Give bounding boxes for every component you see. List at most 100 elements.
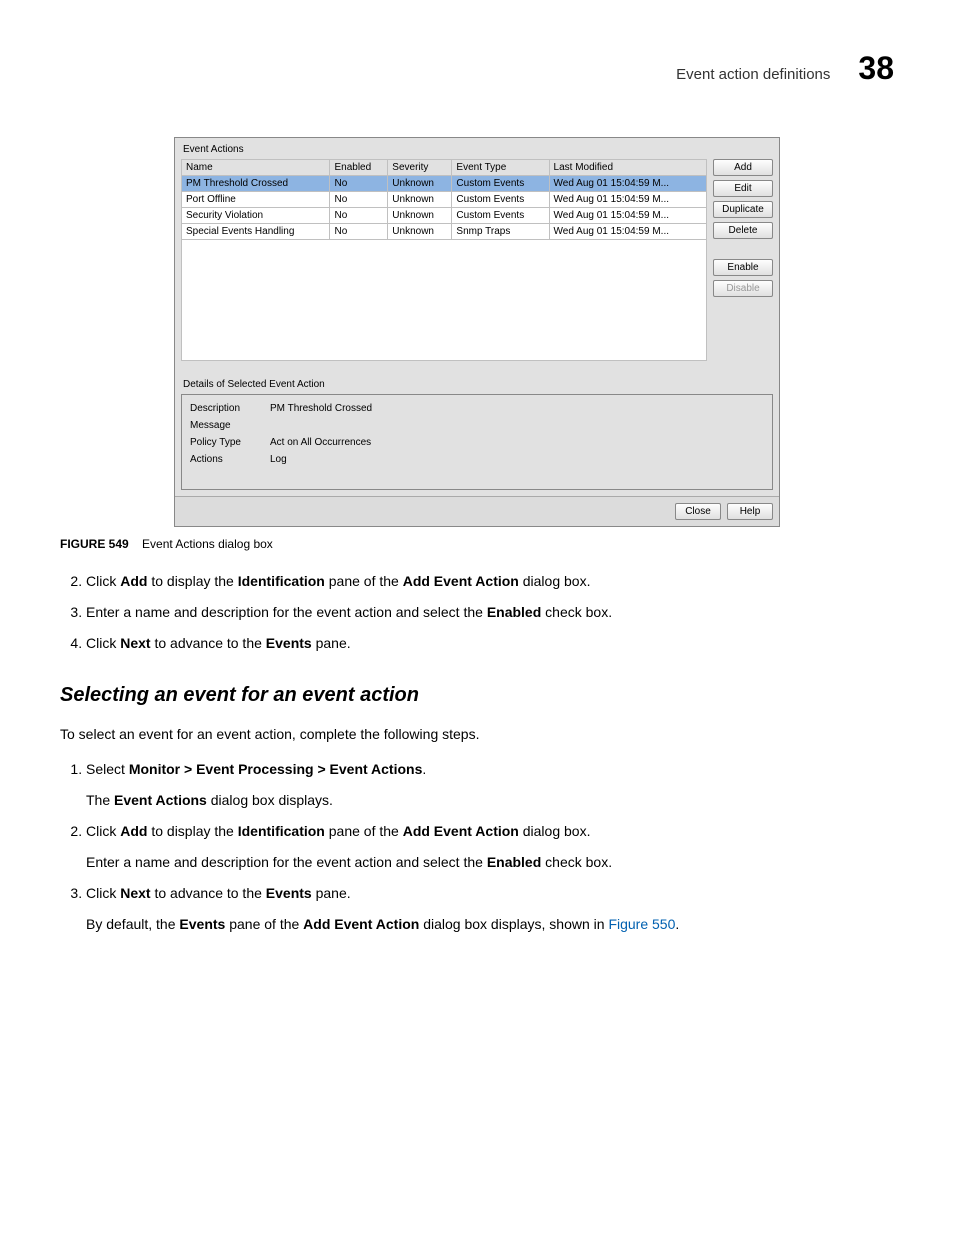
edit-button[interactable]: Edit bbox=[713, 180, 773, 197]
t: Event Actions bbox=[114, 792, 207, 808]
steps-list-b: Select Monitor > Event Processing > Even… bbox=[60, 759, 894, 935]
details-message-label: Message bbox=[190, 420, 270, 431]
table-row[interactable]: Security Violation No Unknown Custom Eve… bbox=[182, 208, 707, 224]
figure-caption: FIGURE 549 Event Actions dialog box bbox=[60, 537, 894, 551]
cell-mod: Wed Aug 01 15:04:59 M... bbox=[549, 192, 706, 208]
t: Identification bbox=[238, 573, 325, 589]
col-name[interactable]: Name bbox=[182, 160, 330, 176]
table-row[interactable]: Special Events Handling No Unknown Snmp … bbox=[182, 224, 707, 240]
step-b-3: Click Next to advance to the Events pane… bbox=[86, 883, 894, 935]
t: Events bbox=[179, 916, 225, 932]
cell-type: Custom Events bbox=[452, 192, 549, 208]
cell-enabled: No bbox=[330, 208, 388, 224]
cell-name: Special Events Handling bbox=[182, 224, 330, 240]
t: dialog box. bbox=[519, 573, 591, 589]
section-intro: To select an event for an event action, … bbox=[60, 724, 894, 745]
col-last-modified[interactable]: Last Modified bbox=[549, 160, 706, 176]
t: Events bbox=[266, 885, 312, 901]
t: to display the bbox=[147, 823, 237, 839]
dialog-title: Event Actions bbox=[175, 138, 779, 159]
details-box: Description PM Threshold Crossed Message… bbox=[181, 394, 773, 490]
t: Add Event Action bbox=[403, 823, 519, 839]
cell-severity: Unknown bbox=[388, 176, 452, 192]
step-a-3: Enter a name and description for the eve… bbox=[86, 602, 894, 623]
details-description-value: PM Threshold Crossed bbox=[270, 403, 372, 414]
duplicate-button[interactable]: Duplicate bbox=[713, 201, 773, 218]
event-actions-dialog-screenshot: Event Actions Name Enabled Severity Even… bbox=[174, 137, 780, 527]
t: Monitor > Event Processing > Event Actio… bbox=[129, 761, 423, 777]
t: Click bbox=[86, 823, 120, 839]
step-a-2: Click Add to display the Identification … bbox=[86, 571, 894, 592]
col-enabled[interactable]: Enabled bbox=[330, 160, 388, 176]
cell-enabled: No bbox=[330, 176, 388, 192]
help-button[interactable]: Help bbox=[727, 503, 773, 520]
disable-button[interactable]: Disable bbox=[713, 280, 773, 297]
t: . bbox=[422, 761, 426, 777]
table-empty-area bbox=[181, 240, 707, 361]
t: Add bbox=[120, 823, 147, 839]
details-policy-label: Policy Type bbox=[190, 437, 270, 448]
step-b-1: Select Monitor > Event Processing > Even… bbox=[86, 759, 894, 811]
t: Events bbox=[266, 635, 312, 651]
t: Enabled bbox=[487, 604, 541, 620]
event-actions-table[interactable]: Name Enabled Severity Event Type Last Mo… bbox=[181, 159, 707, 240]
enable-button[interactable]: Enable bbox=[713, 259, 773, 276]
details-actions-value: Log bbox=[270, 454, 287, 465]
dialog-bottom-bar: Close Help bbox=[175, 496, 779, 526]
chapter-number: 38 bbox=[858, 50, 894, 87]
cell-name: Security Violation bbox=[182, 208, 330, 224]
section-heading: Selecting an event for an event action bbox=[60, 680, 894, 710]
details-actions-label: Actions bbox=[190, 454, 270, 465]
table-row[interactable]: Port Offline No Unknown Custom Events We… bbox=[182, 192, 707, 208]
t: to advance to the bbox=[151, 885, 266, 901]
t: to advance to the bbox=[151, 635, 266, 651]
t: Next bbox=[120, 885, 150, 901]
cell-type: Custom Events bbox=[452, 176, 549, 192]
t: Click bbox=[86, 573, 120, 589]
cell-severity: Unknown bbox=[388, 208, 452, 224]
close-button[interactable]: Close bbox=[675, 503, 721, 520]
t: The bbox=[86, 792, 114, 808]
t: Add Event Action bbox=[403, 573, 519, 589]
cell-mod: Wed Aug 01 15:04:59 M... bbox=[549, 176, 706, 192]
step-b-2: Click Add to display the Identification … bbox=[86, 821, 894, 873]
step-a-4: Click Next to advance to the Events pane… bbox=[86, 633, 894, 654]
t: pane. bbox=[312, 885, 351, 901]
details-description-label: Description bbox=[190, 403, 270, 414]
t: dialog box. bbox=[519, 823, 591, 839]
t: to display the bbox=[147, 573, 237, 589]
delete-button[interactable]: Delete bbox=[713, 222, 773, 239]
header-title: Event action definitions bbox=[676, 66, 830, 83]
t: Add Event Action bbox=[303, 916, 419, 932]
add-button[interactable]: Add bbox=[713, 159, 773, 176]
t: dialog box displays, shown in bbox=[419, 916, 608, 932]
cell-mod: Wed Aug 01 15:04:59 M... bbox=[549, 224, 706, 240]
details-section-label: Details of Selected Event Action bbox=[175, 367, 779, 394]
col-event-type[interactable]: Event Type bbox=[452, 160, 549, 176]
figure-caption-text: Event Actions dialog box bbox=[142, 537, 273, 551]
figure-label: FIGURE 549 bbox=[60, 537, 129, 551]
t: . bbox=[675, 916, 679, 932]
t: Enabled bbox=[487, 854, 541, 870]
t: Enter a name and description for the eve… bbox=[86, 854, 487, 870]
cell-name: PM Threshold Crossed bbox=[182, 176, 330, 192]
cell-mod: Wed Aug 01 15:04:59 M... bbox=[549, 208, 706, 224]
cell-type: Custom Events bbox=[452, 208, 549, 224]
cell-enabled: No bbox=[330, 192, 388, 208]
cell-severity: Unknown bbox=[388, 192, 452, 208]
t: check box. bbox=[541, 854, 612, 870]
figure-550-link[interactable]: Figure 550 bbox=[608, 916, 675, 932]
t: check box. bbox=[541, 604, 612, 620]
cell-enabled: No bbox=[330, 224, 388, 240]
table-row[interactable]: PM Threshold Crossed No Unknown Custom E… bbox=[182, 176, 707, 192]
cell-type: Snmp Traps bbox=[452, 224, 549, 240]
t: Identification bbox=[238, 823, 325, 839]
t: pane of the bbox=[225, 916, 303, 932]
col-severity[interactable]: Severity bbox=[388, 160, 452, 176]
t: Next bbox=[120, 635, 150, 651]
t: Add bbox=[120, 573, 147, 589]
t: pane of the bbox=[325, 573, 403, 589]
details-policy-value: Act on All Occurrences bbox=[270, 437, 371, 448]
steps-list-a: Click Add to display the Identification … bbox=[60, 571, 894, 654]
t: Click bbox=[86, 885, 120, 901]
